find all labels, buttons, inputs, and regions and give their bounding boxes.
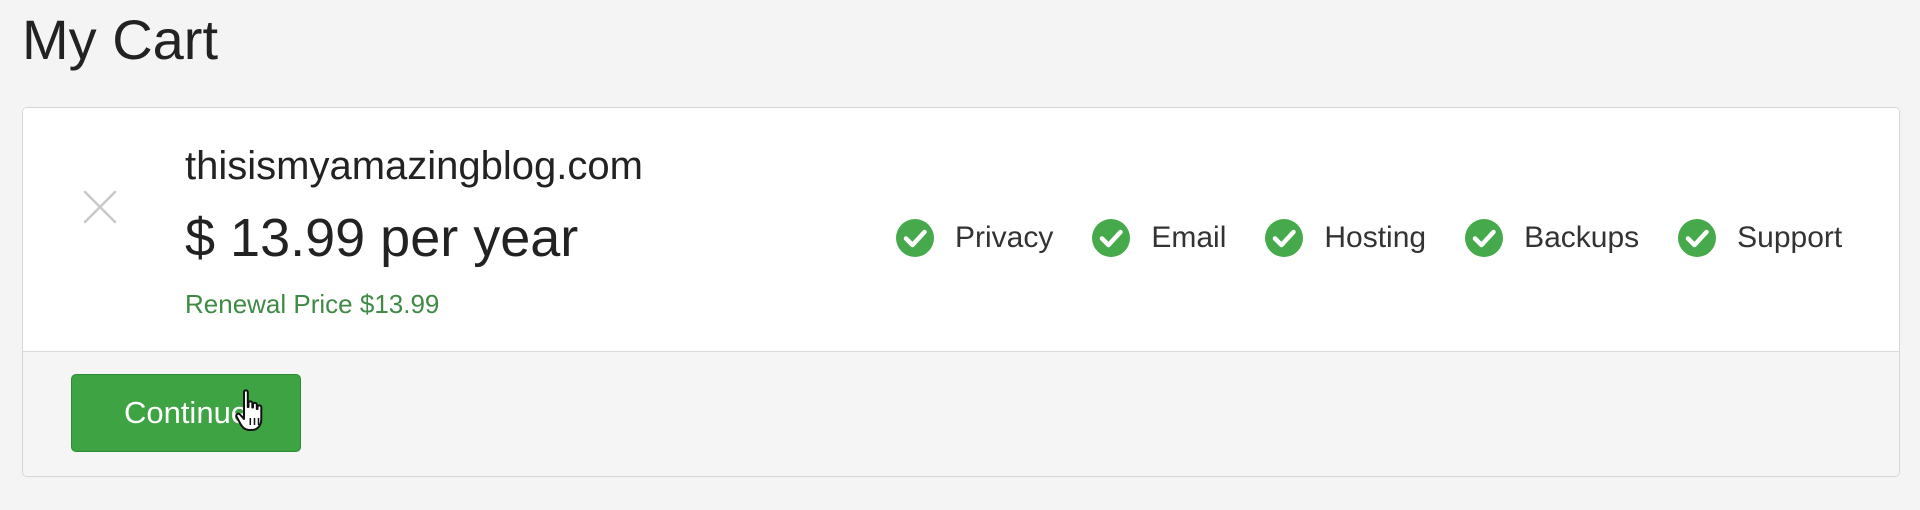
feature-support: Support [1677,218,1842,258]
close-icon [83,190,117,224]
cart-item: thisismyamazingblog.com $ 13.99 per year… [23,108,1899,352]
check-circle-icon [1092,219,1131,257]
feature-email: Email [1091,218,1226,258]
check-circle-icon [896,219,934,257]
feature-label: Email [1151,221,1227,254]
feature-hosting: Hosting [1264,218,1426,258]
renewal-price: Renewal Price $13.99 [185,289,440,319]
domain-name: thisismyamazingblog.com [185,144,643,188]
feature-label: Backups [1524,221,1640,254]
continue-button[interactable]: Continue [71,374,301,452]
remove-item-button[interactable] [75,182,125,232]
check-circle-icon [1465,219,1504,257]
cart-page: My Cart thisismyamazingblog.com $ 13.99 … [0,0,1920,510]
page-title: My Cart [22,8,218,71]
cart-panel: thisismyamazingblog.com $ 13.99 per year… [22,107,1900,477]
check-circle-icon [1678,219,1717,257]
feature-backups: Backups [1464,218,1639,258]
feature-label: Hosting [1324,221,1427,254]
feature-list: Privacy Email Hosting Backups Support [895,216,1842,260]
cart-footer: Continue [23,352,1899,476]
price-text: $ 13.99 per year [185,208,579,268]
check-circle-icon [1265,219,1304,257]
feature-label: Privacy [955,221,1054,254]
feature-label: Support [1737,221,1843,254]
feature-privacy: Privacy [895,218,1053,258]
